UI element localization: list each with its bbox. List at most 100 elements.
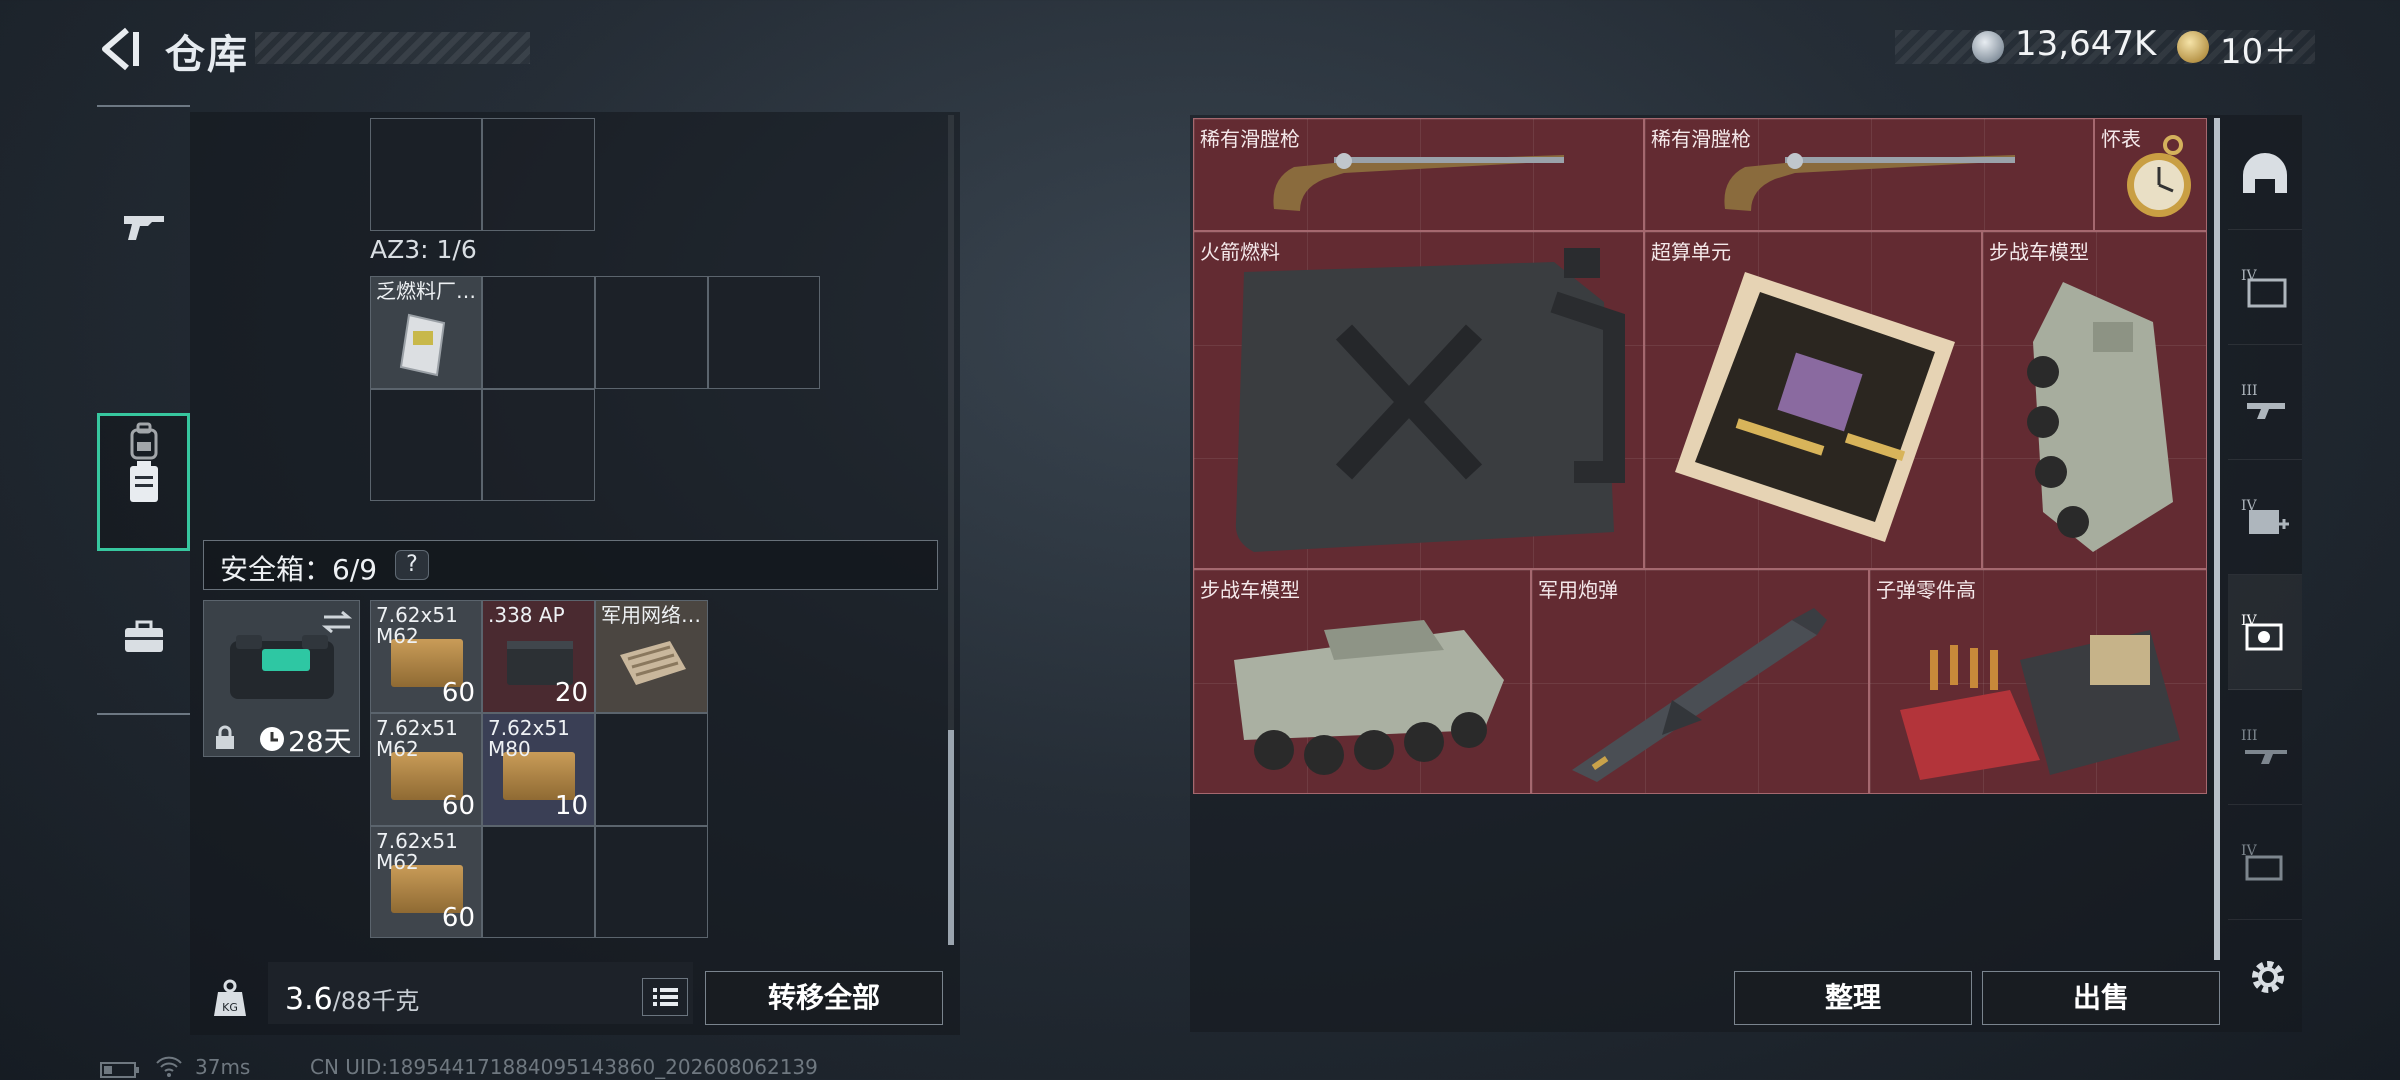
- rnav-tier4-folder[interactable]: IV: [2228, 230, 2302, 345]
- case-expiry: 28天: [288, 725, 352, 758]
- stash-item[interactable]: 步战车模型: [1193, 569, 1531, 794]
- silver-coin-icon: [1972, 31, 2004, 63]
- list-view-button[interactable]: [642, 978, 688, 1016]
- grid-cell[interactable]: [482, 389, 595, 501]
- grid-cell[interactable]: [482, 276, 595, 389]
- ammo-slot[interactable]: 7.62x51 M62 60: [370, 600, 482, 713]
- ifv-model-icon: [1234, 620, 1504, 775]
- stash-item[interactable]: 军用炮弹: [1531, 569, 1869, 794]
- fuel-item[interactable]: 乏燃料厂…: [370, 276, 482, 389]
- ammo-name: 7.62x51 M62: [376, 603, 458, 648]
- top-bar: 仓库 13,647K 10＋: [0, 0, 2400, 100]
- stash-item-name: 怀表: [2101, 127, 2141, 151]
- svg-text:III: III: [2241, 383, 2258, 399]
- left-category-nav: [97, 105, 190, 715]
- ammo-count: 10: [554, 791, 588, 821]
- ammo-slot[interactable]: 7.62x51 M80 10: [482, 713, 595, 826]
- stash-item-name: 军用炮弹: [1538, 578, 1618, 602]
- container-icon: [129, 461, 158, 502]
- ammo-slot[interactable]: 7.62x51 M62 60: [370, 713, 482, 826]
- stash-item-name: 超算单元: [1651, 240, 1731, 264]
- battery-icon: [100, 1060, 140, 1080]
- circuit-board-icon: [1675, 272, 1955, 542]
- ammo-count: 20: [554, 678, 588, 708]
- bullet-parts-icon: [1900, 630, 2180, 780]
- secure-case[interactable]: 28天: [203, 600, 360, 758]
- wifi-icon: [155, 1054, 183, 1080]
- rnav-tier4-tool[interactable]: IV: [2228, 805, 2302, 920]
- stash-item[interactable]: 怀表: [2094, 118, 2207, 231]
- grid-cell[interactable]: [370, 118, 482, 231]
- nav-weapons[interactable]: [97, 167, 190, 287]
- rifle-icon: [123, 216, 164, 240]
- gold-amount[interactable]: 10＋: [2220, 24, 2297, 73]
- briefcase-icon: [124, 620, 163, 652]
- ifv-model-icon: [2027, 282, 2173, 552]
- back-arrow-icon[interactable]: [95, 24, 145, 74]
- stash-item[interactable]: 超算单元: [1644, 231, 1982, 569]
- kg-label: KG: [222, 1001, 238, 1014]
- musket-icon: [1273, 153, 1564, 211]
- rnav-tier3-rifle[interactable]: III: [2228, 690, 2302, 805]
- tool-iv-icon: IV: [2241, 843, 2283, 881]
- sell-button[interactable]: 出售: [1982, 971, 2220, 1025]
- inventory-scroll-thumb[interactable]: [948, 730, 954, 945]
- medical-iv-icon: IV: [2241, 498, 2289, 534]
- nav-case[interactable]: [97, 577, 190, 697]
- swap-icon[interactable]: [320, 609, 354, 635]
- settings-gear-icon[interactable]: [2246, 955, 2290, 1003]
- help-button[interactable]: ?: [395, 550, 429, 580]
- ammo-name: 7.62x51 M80: [488, 716, 570, 761]
- weight-readout: 3.6/88千克: [285, 981, 419, 1017]
- nav-containers[interactable]: [97, 413, 190, 551]
- grid-cell[interactable]: [482, 826, 595, 938]
- stash-scrollbar[interactable]: [2214, 118, 2220, 960]
- sort-button[interactable]: 整理: [1734, 971, 1972, 1025]
- ammo-name: 7.62x51 M62: [376, 716, 458, 761]
- gun-iii-icon: III: [2241, 383, 2285, 419]
- rnav-tier3-gun[interactable]: III: [2228, 345, 2302, 460]
- stash-item[interactable]: 稀有滑膛枪: [1644, 118, 2094, 231]
- gold-coin-icon: [2177, 31, 2209, 63]
- stash-item[interactable]: 火箭燃料: [1193, 231, 1644, 569]
- ping-readout: 37ms: [195, 1055, 251, 1079]
- weight-icon: KG: [210, 978, 250, 1018]
- silver-amount: 13,647K: [2015, 24, 2157, 64]
- grid-cell[interactable]: [595, 826, 708, 938]
- ammo-count: 60: [441, 903, 475, 933]
- stash-item-name: 火箭燃料: [1200, 240, 1280, 264]
- fuel-item-name: 乏燃料厂…: [376, 279, 476, 303]
- lock-icon: [216, 725, 234, 749]
- network-item[interactable]: 军用网络…: [595, 600, 708, 713]
- stash-item-name: 稀有滑膛枪: [1651, 127, 1751, 151]
- ammo-name: 7.62x51 M62: [376, 829, 458, 874]
- grid-cell[interactable]: [370, 389, 482, 501]
- fuel-bag-icon: [399, 313, 446, 377]
- ammo-count: 60: [441, 791, 475, 821]
- stash-item-name: 步战车模型: [1989, 240, 2089, 264]
- svg-text:IV: IV: [2241, 613, 2258, 629]
- rnav-tier4-medical[interactable]: IV: [2228, 460, 2302, 575]
- stash-item[interactable]: 稀有滑膛枪: [1193, 118, 1644, 231]
- stash-item[interactable]: 子弹零件高: [1869, 569, 2207, 794]
- list-icon: [653, 988, 678, 1006]
- grid-cell[interactable]: [595, 276, 708, 389]
- grid-cell[interactable]: [595, 713, 708, 826]
- missile-icon: [1572, 608, 1827, 782]
- stash-item[interactable]: 步战车模型: [1982, 231, 2207, 569]
- grid-cell[interactable]: [482, 118, 595, 231]
- jerrycan-icon: [1235, 248, 1625, 552]
- network-device-icon: [620, 641, 686, 685]
- ammo-count: 60: [441, 678, 475, 708]
- rnav-tier4-gear[interactable]: IV: [2228, 575, 2302, 690]
- stash-item-name: 子弹零件高: [1876, 578, 1976, 602]
- rnav-helmet[interactable]: [2228, 115, 2302, 230]
- weight-max: /88千克: [332, 987, 420, 1015]
- transfer-all-button[interactable]: 转移全部: [705, 971, 943, 1025]
- ammo-slot[interactable]: 7.62x51 M62 60: [370, 826, 482, 938]
- clock-icon: [260, 727, 284, 751]
- safe-box-label: 安全箱：6/9: [220, 553, 378, 586]
- ammo-slot[interactable]: .338 AP 20: [482, 600, 595, 713]
- grid-cell[interactable]: [708, 276, 820, 389]
- weight-current: 3.6: [285, 982, 333, 1017]
